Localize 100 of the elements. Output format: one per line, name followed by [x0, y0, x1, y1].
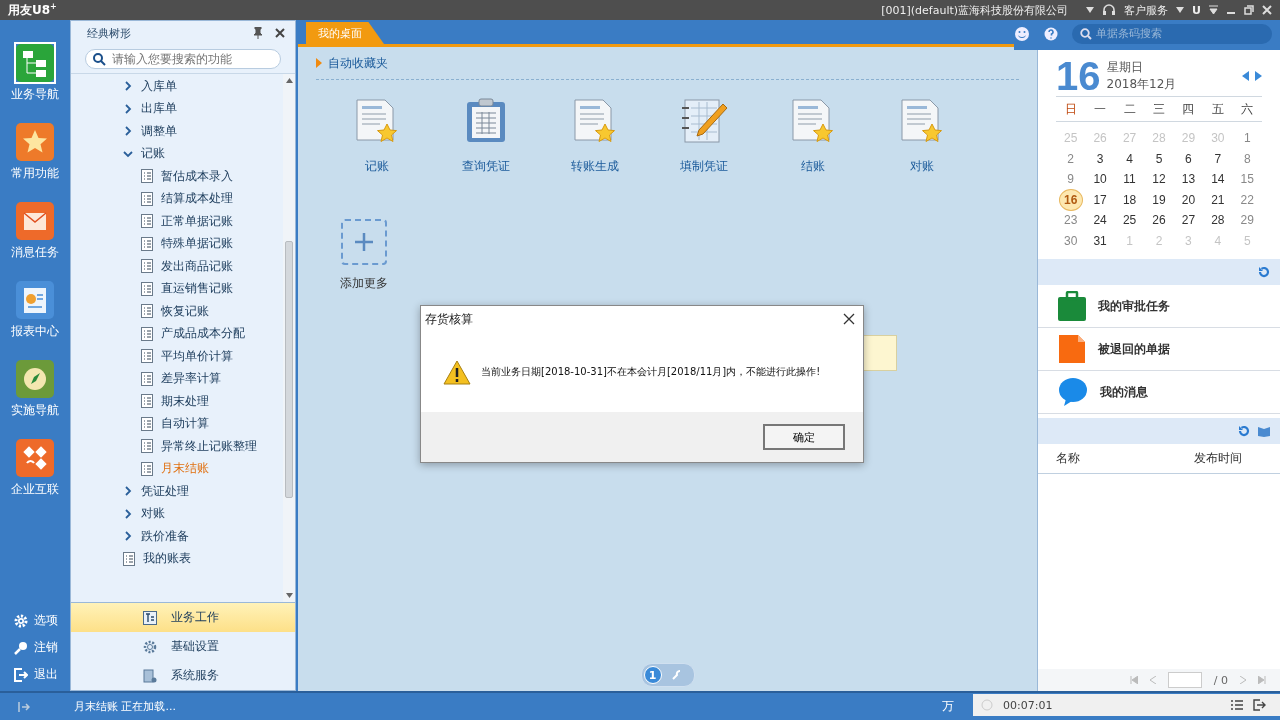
- add-button[interactable]: [341, 219, 387, 265]
- calendar-day[interactable]: 30: [1059, 230, 1082, 251]
- document-icon[interactable]: [1058, 334, 1086, 364]
- tree-item[interactable]: 出库单: [141, 100, 177, 118]
- shortcut-label[interactable]: 记账: [364, 158, 389, 175]
- calendar-day[interactable]: 8: [1236, 148, 1259, 169]
- nav-label[interactable]: 报表中心: [11, 323, 59, 340]
- tree-item[interactable]: 产成品成本分配: [161, 325, 245, 343]
- section-button[interactable]: 业务工作: [71, 603, 295, 632]
- shortcut-label[interactable]: 结账: [800, 158, 825, 175]
- nav-bottom-link[interactable]: 注销: [34, 639, 58, 656]
- calendar-day[interactable]: 18: [1118, 189, 1141, 210]
- headset-icon[interactable]: [1102, 4, 1117, 16]
- tree-item[interactable]: 入库单: [141, 77, 177, 95]
- nav-tile-icon[interactable]: [16, 123, 54, 161]
- close-icon[interactable]: [275, 28, 285, 38]
- customer-service-menu[interactable]: 客户服务: [1124, 2, 1169, 18]
- calendar-day[interactable]: 2: [1059, 148, 1082, 169]
- shortcut-label[interactable]: 对账: [909, 158, 934, 175]
- task-link[interactable]: 被退回的单据: [1098, 340, 1170, 358]
- calendar-day[interactable]: 7: [1206, 148, 1229, 169]
- tree-item[interactable]: 异常终止记账整理: [161, 437, 257, 455]
- calendar-day[interactable]: 29: [1236, 210, 1259, 231]
- calendar-day[interactable]: 5: [1148, 148, 1170, 169]
- refresh-icon[interactable]: [1238, 425, 1250, 437]
- calendar-day[interactable]: 31: [1089, 230, 1112, 251]
- section-button[interactable]: 基础设置: [71, 632, 295, 661]
- calendar-day[interactable]: 27: [1177, 210, 1200, 231]
- calendar-day[interactable]: 11: [1118, 169, 1141, 190]
- calendar-day[interactable]: 16: [1058, 188, 1083, 211]
- nav-label[interactable]: 实施导航: [11, 402, 59, 419]
- book-icon[interactable]: [1258, 425, 1270, 437]
- document-star-icon[interactable]: [899, 98, 944, 144]
- chat-bubble-icon[interactable]: [1058, 377, 1088, 407]
- pin-menu-icon[interactable]: [1209, 5, 1218, 15]
- tree-item[interactable]: 期末处理: [161, 392, 209, 410]
- calendar-day[interactable]: 6: [1177, 148, 1200, 169]
- page-number[interactable]: 1: [643, 666, 662, 684]
- calendar-day[interactable]: 28: [1206, 210, 1229, 231]
- calendar-day[interactable]: 21: [1206, 189, 1229, 210]
- page-input[interactable]: [1167, 672, 1202, 688]
- calendar-day[interactable]: 22: [1236, 189, 1259, 210]
- task-link[interactable]: 我的消息: [1100, 383, 1148, 401]
- nav-bottom-link[interactable]: 退出: [34, 666, 58, 683]
- calendar-day[interactable]: 12: [1148, 169, 1170, 190]
- scroll-up-icon[interactable]: [285, 78, 293, 83]
- list-icon[interactable]: [1231, 700, 1243, 710]
- document-star-icon[interactable]: [354, 98, 399, 144]
- calendar-day[interactable]: 10: [1089, 169, 1112, 190]
- tree-item[interactable]: 凭证处理: [141, 482, 189, 500]
- search-field[interactable]: 请输入您要搜索的功能: [85, 49, 281, 69]
- tree-item[interactable]: 平均单价计算: [161, 347, 233, 365]
- calendar-day[interactable]: 3: [1089, 148, 1112, 169]
- task-link[interactable]: 我的审批任务: [1098, 297, 1170, 315]
- tree-item[interactable]: 暂估成本录入: [161, 167, 233, 185]
- tree-item[interactable]: 差异率计算: [161, 370, 221, 388]
- tree-item[interactable]: 直运销售记账: [161, 280, 233, 298]
- nav-label[interactable]: 常用功能: [11, 165, 59, 182]
- calendar-day[interactable]: 19: [1148, 189, 1170, 210]
- tree-item[interactable]: 特殊单据记账: [161, 235, 233, 253]
- calendar-day[interactable]: 15: [1236, 169, 1259, 190]
- document-star-icon[interactable]: [790, 98, 835, 144]
- tree-item[interactable]: 记账: [141, 145, 165, 163]
- page-indicator[interactable]: 1: [640, 663, 695, 687]
- nav-tile-icon[interactable]: [16, 281, 54, 319]
- tree-item[interactable]: 我的账表: [143, 550, 191, 568]
- calendar-day[interactable]: 26: [1148, 210, 1170, 231]
- nav-label[interactable]: 消息任务: [11, 244, 59, 261]
- next-month-icon[interactable]: [1255, 71, 1262, 81]
- smiley-icon[interactable]: [1014, 25, 1030, 42]
- calendar-day[interactable]: 4: [1118, 148, 1141, 169]
- tree-item[interactable]: 跌价准备: [141, 527, 189, 545]
- calendar-day[interactable]: 24: [1089, 210, 1112, 231]
- restore-icon[interactable]: [1244, 5, 1254, 15]
- scrollbar[interactable]: [283, 74, 295, 602]
- calendar-day[interactable]: 14: [1206, 169, 1229, 190]
- tree-item[interactable]: 发出商品记账: [161, 257, 233, 275]
- refresh-icon[interactable]: [1258, 266, 1270, 278]
- calendar-day[interactable]: 9: [1059, 169, 1082, 190]
- section-button[interactable]: 系统服务: [71, 661, 295, 690]
- shortcut-label[interactable]: 查询凭证: [461, 158, 510, 175]
- nav-bottom-link[interactable]: 选项: [34, 612, 58, 629]
- nav-label[interactable]: 业务导航: [11, 86, 59, 103]
- calendar-day[interactable]: 13: [1177, 169, 1200, 190]
- add-more-label[interactable]: 添加更多: [340, 275, 388, 292]
- tree-item[interactable]: 对账: [141, 505, 165, 523]
- briefcase-icon[interactable]: [1058, 291, 1086, 321]
- tree-item[interactable]: 正常单据记账: [161, 212, 233, 230]
- calendar-day[interactable]: 23: [1059, 210, 1082, 231]
- scroll-down-icon[interactable]: [285, 593, 293, 598]
- tree-item[interactable]: 自动计算: [161, 415, 209, 433]
- ok-button[interactable]: 确定: [763, 424, 845, 450]
- help-icon[interactable]: [1044, 26, 1058, 41]
- calendar-day[interactable]: 25: [1118, 210, 1141, 231]
- close-icon[interactable]: [843, 313, 855, 325]
- shortcut-label[interactable]: 转账生成: [570, 158, 619, 175]
- calendar-day[interactable]: 17: [1089, 189, 1112, 210]
- key-icon[interactable]: [14, 640, 28, 655]
- nav-option-icon[interactable]: [14, 613, 28, 628]
- exit-icon[interactable]: [14, 667, 28, 682]
